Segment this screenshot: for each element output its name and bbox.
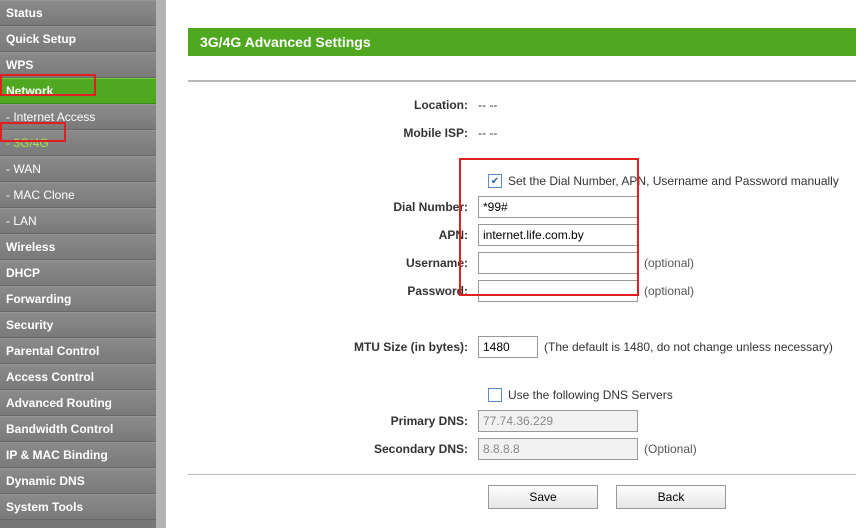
dial-number-input[interactable] — [478, 196, 638, 218]
sidebar-item-advanced-routing[interactable]: Advanced Routing — [0, 390, 156, 416]
primary-dns-input — [478, 410, 638, 432]
sidebar-item-dhcp[interactable]: DHCP — [0, 260, 156, 286]
username-label: Username: — [188, 256, 478, 270]
manual-checkbox-label: Set the Dial Number, APN, Username and P… — [508, 174, 839, 188]
sidebar-item-forwarding[interactable]: Forwarding — [0, 286, 156, 312]
sidebar-item-bandwidth-control[interactable]: Bandwidth Control — [0, 416, 156, 442]
secondary-dns-input — [478, 438, 638, 460]
mobile-isp-label: Mobile ISP: — [188, 126, 478, 140]
mtu-hint: (The default is 1480, do not change unle… — [544, 340, 833, 354]
primary-dns-label: Primary DNS: — [188, 414, 478, 428]
sidebar-item-status[interactable]: Status — [0, 0, 156, 26]
sidebar-item--lan[interactable]: - LAN — [0, 208, 156, 234]
apn-input[interactable] — [478, 224, 638, 246]
sidebar-item-dynamic-dns[interactable]: Dynamic DNS — [0, 468, 156, 494]
mobile-isp-value: -- -- — [478, 126, 497, 140]
mtu-input[interactable] — [478, 336, 538, 358]
apn-label: APN: — [188, 228, 478, 242]
sidebar-item-quick-setup[interactable]: Quick Setup — [0, 26, 156, 52]
divider — [188, 474, 856, 475]
divider — [188, 80, 856, 82]
manual-checkbox[interactable] — [488, 174, 502, 188]
sidebar-item--wan[interactable]: - WAN — [0, 156, 156, 182]
use-dns-label: Use the following DNS Servers — [508, 388, 673, 402]
sidebar-item--internet-access[interactable]: - Internet Access — [0, 104, 156, 130]
sidebar-item-security[interactable]: Security — [0, 312, 156, 338]
sidebar-item-system-tools[interactable]: System Tools — [0, 494, 156, 520]
secondary-dns-label: Secondary DNS: — [188, 442, 478, 456]
password-hint: (optional) — [644, 284, 694, 298]
sidebar-item--3g-4g[interactable]: - 3G/4G — [0, 130, 156, 156]
page-title: 3G/4G Advanced Settings — [188, 28, 856, 56]
password-input[interactable] — [478, 280, 638, 302]
secondary-dns-hint: (Optional) — [644, 442, 697, 456]
back-button[interactable]: Back — [616, 485, 726, 509]
sidebar-item-wps[interactable]: WPS — [0, 52, 156, 78]
dial-number-label: Dial Number: — [188, 200, 478, 214]
sidebar-item--mac-clone[interactable]: - MAC Clone — [0, 182, 156, 208]
sidebar-item-ip-mac-binding[interactable]: IP & MAC Binding — [0, 442, 156, 468]
sidebar-item-access-control[interactable]: Access Control — [0, 364, 156, 390]
username-input[interactable] — [478, 252, 638, 274]
password-label: Password: — [188, 284, 478, 298]
sidebar: StatusQuick SetupWPSNetwork- Internet Ac… — [0, 0, 166, 528]
sidebar-item-network[interactable]: Network — [0, 78, 156, 104]
location-value: -- -- — [478, 98, 497, 112]
username-hint: (optional) — [644, 256, 694, 270]
main-content: 3G/4G Advanced Settings Location: -- -- … — [166, 0, 864, 528]
mtu-label: MTU Size (in bytes): — [188, 340, 478, 354]
use-dns-checkbox[interactable] — [488, 388, 502, 402]
location-label: Location: — [188, 98, 478, 112]
save-button[interactable]: Save — [488, 485, 598, 509]
sidebar-item-wireless[interactable]: Wireless — [0, 234, 156, 260]
sidebar-item-parental-control[interactable]: Parental Control — [0, 338, 156, 364]
